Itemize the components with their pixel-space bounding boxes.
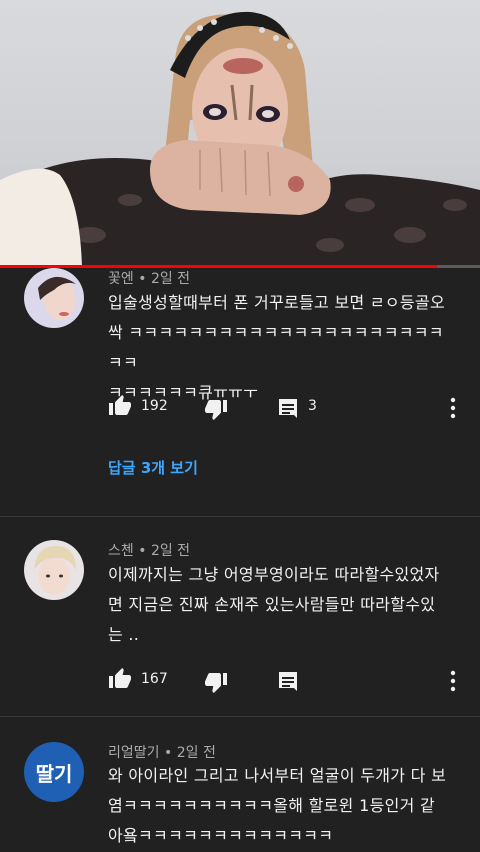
like-count: 192 — [141, 398, 168, 414]
thumbs-down-icon[interactable] — [204, 397, 228, 425]
avatar[interactable] — [24, 540, 84, 600]
divider — [0, 516, 480, 517]
reply-icon[interactable] — [276, 669, 300, 697]
comment-time: 2일 전 — [150, 543, 191, 559]
reply-count: 3 — [308, 398, 317, 414]
comment-author[interactable]: 스첸 — [108, 543, 134, 559]
like-count: 167 — [141, 671, 168, 687]
reply-icon[interactable] — [276, 396, 300, 424]
thumbs-up-icon[interactable] — [108, 394, 132, 422]
divider — [0, 716, 480, 717]
avatar[interactable] — [24, 268, 84, 328]
comment-text: 와 아이라인 그리고 나서부터 얼굴이 두개가 다 보 염ㅋㅋㅋㅋㅋㅋㅋㅋㅋㅋ올… — [108, 766, 447, 845]
comment-author[interactable]: 리얼딸기 — [108, 745, 160, 761]
thumbs-down-icon[interactable] — [204, 670, 228, 698]
thumbs-up-icon[interactable] — [108, 667, 132, 695]
view-replies-link[interactable]: 답글 3개 보기 — [108, 457, 198, 478]
video-player[interactable] — [0, 0, 480, 268]
comment-time: 2일 전 — [150, 271, 191, 287]
comment-item: 딸기 리얼딸기 • 2일 전 와 아이라인 그리고 나서부터 얼굴이 두개가 다… — [0, 742, 480, 852]
comment-item: 스첸 • 2일 전 이제까지는 그냥 어영부영이라도 따라할수있었자 면 지금은… — [0, 540, 480, 710]
more-vert-icon[interactable] — [447, 670, 459, 692]
avatar[interactable]: 딸기 — [24, 742, 84, 802]
video-frame-image — [0, 11, 480, 268]
comment-item: 꽃엔 • 2일 전 입술생성할때부터 폰 거꾸로들고 보면 ㄹㅇ등골오 싹 ㅋㅋ… — [0, 268, 480, 518]
comment-text: 이제까지는 그냥 어영부영이라도 따라할수있었자 면 지금은 진짜 손재주 있는… — [108, 565, 440, 644]
comment-text: 입술생성할때부터 폰 거꾸로들고 보면 ㄹㅇ등골오 싹 ㅋㅋㅋㅋㅋㅋㅋㅋㅋㅋㅋㅋ… — [108, 293, 445, 402]
comment-time: 2일 전 — [176, 745, 216, 761]
more-vert-icon[interactable] — [447, 397, 459, 419]
comment-author[interactable]: 꽃엔 — [108, 271, 134, 287]
